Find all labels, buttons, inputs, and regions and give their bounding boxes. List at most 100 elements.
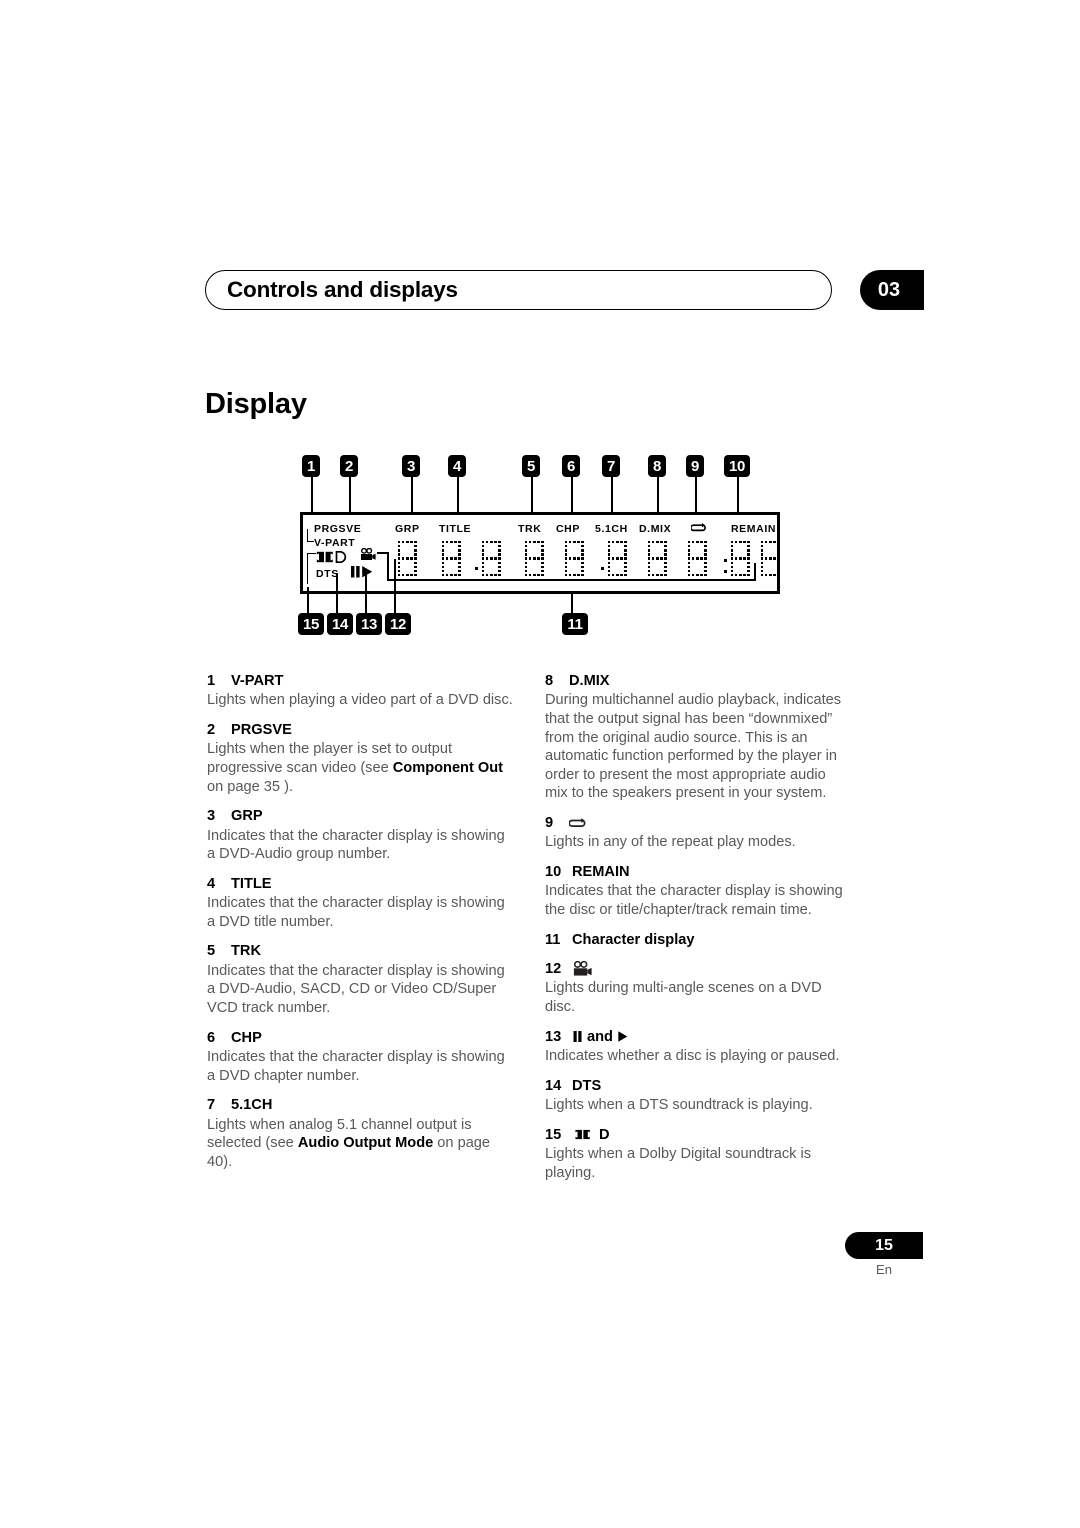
- callout-2: 2: [340, 455, 358, 477]
- description-label: 5.1CH: [231, 1097, 273, 1114]
- description-heading-4: 4 TITLE: [207, 875, 513, 893]
- description-number: 7: [207, 1097, 216, 1114]
- description-body-4: Indicates that the character display is …: [207, 895, 505, 930]
- description-number: 5: [207, 943, 216, 960]
- display-separator-dot: [724, 570, 727, 573]
- leader-line-9: [695, 477, 697, 513]
- description-label: Character display: [572, 931, 695, 948]
- description-number: 14: [545, 1077, 562, 1094]
- description-body-9: Lights in any of the repeat play modes.: [545, 834, 796, 851]
- description-number: 10: [545, 863, 562, 880]
- leader-line-7: [611, 477, 613, 513]
- panel-label-vpart: V-PART: [314, 537, 356, 549]
- callout-12: 12: [385, 613, 411, 635]
- description-body-3: Indicates that the character display is …: [207, 827, 505, 863]
- panel-label-title: TITLE: [439, 523, 472, 535]
- description-entry-1: 1 V-PART Lights when playing a video part …: [207, 672, 513, 710]
- leader-line-12: [394, 559, 396, 613]
- description-body-2: Lights when the player is set to output …: [207, 741, 504, 795]
- page-number: 15: [845, 1232, 923, 1259]
- description-entry-13: 13 and Indicates whether a disc is playi…: [545, 1028, 851, 1066]
- callout-10: 10: [724, 455, 750, 477]
- description-number: 1: [207, 673, 216, 689]
- description-number: 12: [545, 960, 562, 977]
- display-digit: [442, 541, 461, 578]
- description-number: 15: [545, 1126, 562, 1143]
- description-number: 11: [545, 931, 561, 948]
- description-label: CHP: [231, 1029, 262, 1046]
- description-number: 13: [545, 1028, 562, 1045]
- description-entry-15: 15 D Lights when a Dolby Digital soundtra…: [545, 1126, 851, 1183]
- display-diagram: 1 2 3 4 5 6 7 8 9 10 PRGSVE V-PART GRP TITLE TRK …: [290, 455, 790, 645]
- repeat-icon: [691, 523, 706, 532]
- description-entry-6: 6 CHP Indicates that the character display…: [207, 1029, 513, 1086]
- leader-hook-15: [307, 553, 316, 584]
- description-label: D: [599, 1126, 610, 1143]
- callout-15: 15: [298, 613, 324, 635]
- description-number: 8: [545, 673, 554, 689]
- display-digit: [525, 541, 544, 578]
- description-number: 2: [207, 722, 216, 738]
- description-heading-5: 5 TRK: [207, 942, 513, 960]
- description-body-5: Indicates that the character display is …: [207, 962, 505, 1016]
- panel-label-grp: GRP: [395, 523, 420, 535]
- description-entry-12: 12 Lights during multi-angle scenes on a …: [545, 960, 851, 1017]
- display-digit: [731, 541, 750, 578]
- description-body-7: Lights when analog 5.1 channel output is…: [207, 1116, 491, 1170]
- character-display-bracket-bottom: [387, 579, 756, 581]
- display-digit: [608, 541, 627, 578]
- display-panel: PRGSVE V-PART GRP TITLE TRK CHP 5.1CH D.…: [300, 512, 780, 594]
- display-digit: [688, 541, 707, 578]
- description-entry-3: 3 GRP Indicates that the character display…: [207, 807, 513, 864]
- description-body-6: Indicates that the character display is …: [207, 1048, 505, 1084]
- description-heading-10: 10 REMAIN: [545, 863, 851, 881]
- callout-13: 13: [356, 613, 382, 635]
- description-entry-8: 8 D.MIX During multichannel audio playback…: [545, 672, 851, 803]
- description-entry-2: 2 PRGSVE Lights when the player is set to …: [207, 721, 513, 796]
- repeat-icon: [569, 817, 586, 827]
- page-header: Controls and displays 03: [205, 270, 924, 314]
- callout-14: 14: [327, 613, 353, 635]
- play-icon: [618, 1031, 628, 1043]
- description-number: 4: [207, 875, 216, 892]
- camera-icon: [361, 548, 376, 560]
- callout-11: 11: [562, 613, 588, 635]
- leader-line-13: [365, 569, 367, 613]
- description-label: TITLE: [231, 875, 272, 892]
- description-number: 3: [207, 808, 216, 825]
- description-label: and: [587, 1028, 613, 1045]
- callout-7: 7: [602, 455, 620, 477]
- description-label: REMAIN: [572, 863, 630, 880]
- leader-line-10: [737, 477, 739, 513]
- description-entry-9: 9 Lights in any of the repeat play modes.: [545, 814, 851, 852]
- description-heading-13: 13 and: [545, 1028, 851, 1046]
- description-heading-12: 12: [545, 960, 851, 978]
- cross-reference: Component Out: [392, 760, 504, 776]
- leader-line-2: [349, 477, 351, 513]
- description-heading-3: 3 GRP: [207, 807, 513, 825]
- panel-label-prgsve: PRGSVE: [314, 523, 362, 535]
- description-label: DTS: [572, 1077, 602, 1094]
- callout-1: 1: [302, 455, 320, 477]
- leader-line-4: [457, 477, 459, 513]
- panel-label-dmix: D.MIX: [639, 523, 672, 535]
- description-entry-7: 7 5.1CH Lights when analog 5.1 channel out…: [207, 1096, 513, 1171]
- description-label: GRP: [231, 808, 263, 825]
- descriptions-right-column: 8 D.MIX During multichannel audio playback…: [545, 672, 851, 1184]
- description-entry-4: 4 TITLE Indicates that the character displ…: [207, 875, 513, 932]
- description-body-13: Indicates whether a disc is playing or p…: [545, 1047, 840, 1064]
- description-body-12: Lights during multi-angle scenes on a DV…: [545, 980, 822, 1015]
- description-body-8: During multichannel audio playback, indi…: [545, 692, 842, 802]
- description-heading-9: 9: [545, 814, 851, 832]
- callout-5: 5: [522, 455, 540, 477]
- description-body-15: Lights when a Dolby Digital soundtrack i…: [545, 1145, 812, 1181]
- callout-9: 9: [686, 455, 704, 477]
- panel-label-51ch: 5.1CH: [595, 523, 628, 535]
- leader-hook-12-stem: [387, 552, 389, 580]
- description-label: PRGSVE: [231, 722, 292, 738]
- character-display-bracket-right: [754, 563, 756, 580]
- descriptions-left-column: 1 V-PART Lights when playing a video part …: [207, 672, 513, 1173]
- description-heading-8: 8 D.MIX: [545, 672, 851, 690]
- description-entry-14: 14 DTS Lights when a DTS soundtrack is pla…: [545, 1077, 851, 1115]
- display-digit: [565, 541, 584, 578]
